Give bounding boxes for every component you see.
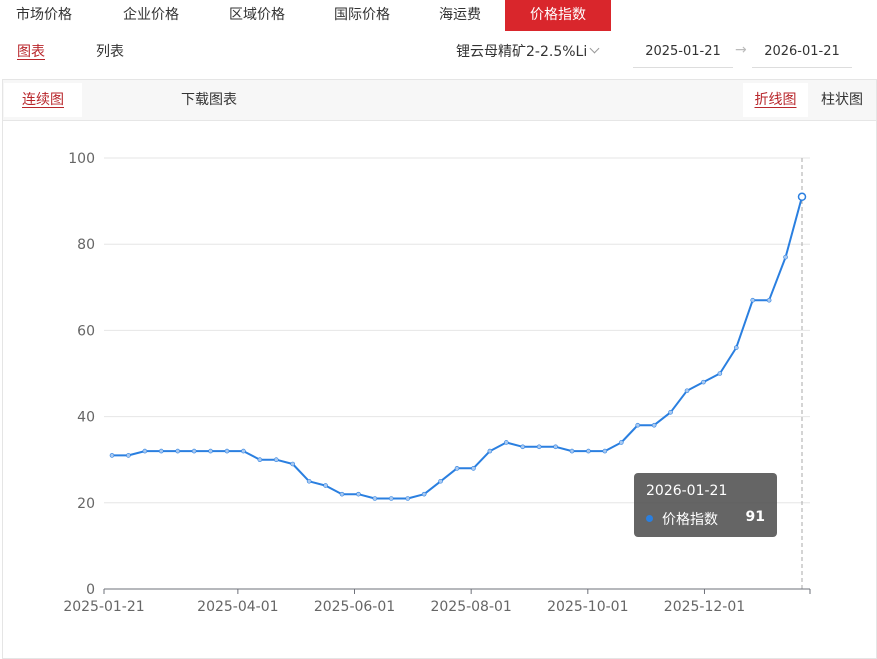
data-point xyxy=(421,491,427,497)
data-point xyxy=(471,466,476,471)
data-point xyxy=(339,491,345,497)
data-point xyxy=(503,440,509,445)
data-point xyxy=(701,379,706,385)
series-dot-icon xyxy=(646,515,653,522)
x-tick-label: 2025-10-01 xyxy=(547,599,628,615)
data-point xyxy=(388,496,394,501)
x-tick-label: 2025-04-01 xyxy=(197,599,278,615)
data-point xyxy=(175,448,181,454)
data-point xyxy=(273,457,279,463)
data-point xyxy=(602,448,608,454)
data-point xyxy=(126,453,131,458)
data-point xyxy=(257,457,263,463)
data-point xyxy=(142,448,148,454)
data-point xyxy=(191,448,197,454)
data-point xyxy=(487,448,493,454)
tooltip-value: 91 xyxy=(745,509,765,525)
data-point xyxy=(109,453,115,458)
price-index-chart: 0 20 40 60 80 100 2025-01-21 2025-04-01 2025-06… xyxy=(63,151,811,615)
y-tick-label: 80 xyxy=(77,237,95,253)
y-tick-label: 0 xyxy=(86,582,95,598)
data-point xyxy=(323,483,328,488)
data-point xyxy=(454,466,460,471)
tooltip-date: 2026-01-21 xyxy=(646,483,728,499)
data-point xyxy=(766,297,772,303)
data-point xyxy=(224,448,230,454)
y-tick-label: 40 xyxy=(77,410,95,426)
data-point xyxy=(208,448,213,454)
x-tick-label: 2025-08-01 xyxy=(430,599,511,615)
data-point xyxy=(750,297,756,303)
data-point xyxy=(733,345,739,350)
data-point xyxy=(520,444,526,450)
data-point xyxy=(405,496,411,501)
data-point xyxy=(536,444,542,450)
y-tick-label: 100 xyxy=(68,151,95,167)
chart-tooltip: 2026-01-21 价格指数 91 xyxy=(634,473,777,537)
data-point xyxy=(797,192,807,202)
data-point xyxy=(618,440,624,445)
data-point xyxy=(668,409,673,415)
data-point xyxy=(372,496,378,501)
y-tick-label: 20 xyxy=(77,496,95,512)
data-point xyxy=(651,422,657,428)
data-point xyxy=(356,491,361,497)
data-point xyxy=(438,478,443,484)
x-tick-label: 2025-12-01 xyxy=(664,599,745,615)
data-point xyxy=(684,388,690,394)
data-point xyxy=(306,478,312,484)
data-point xyxy=(717,371,723,376)
data-point xyxy=(290,461,296,467)
series-line-price-index xyxy=(112,196,803,500)
x-tick-label: 2025-06-01 xyxy=(314,599,395,615)
data-point xyxy=(158,448,164,454)
x-tick-label: 2025-01-21 xyxy=(63,599,144,615)
data-point xyxy=(569,448,575,454)
y-tick-label: 60 xyxy=(77,323,95,339)
data-point xyxy=(783,254,788,260)
data-point xyxy=(586,448,591,454)
data-point xyxy=(635,422,641,428)
data-point xyxy=(553,444,558,450)
tooltip-series-name: 价格指数 xyxy=(662,512,718,528)
data-point xyxy=(241,448,246,454)
